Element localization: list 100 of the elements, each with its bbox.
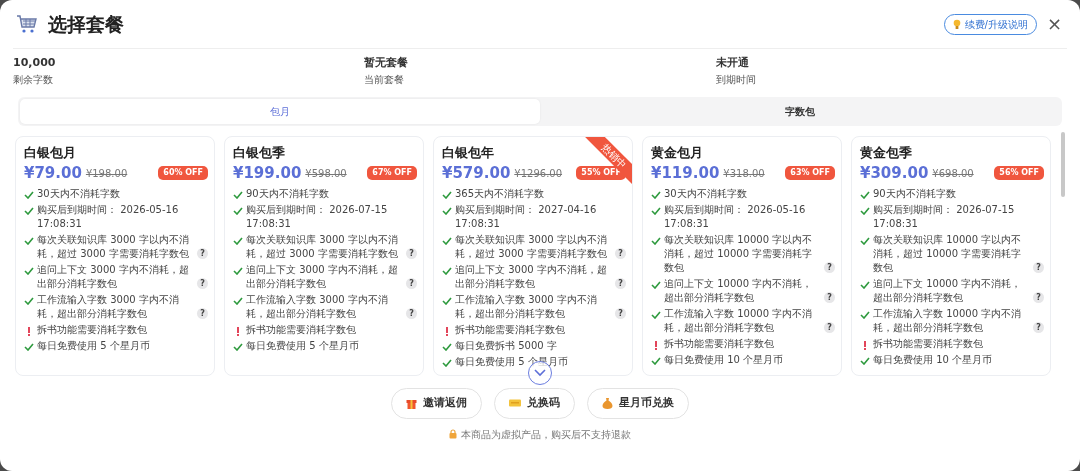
plan-tab[interactable]: 字数包 [540,98,1060,124]
check-icon [651,356,661,365]
plan-name: 白银包月 [24,143,76,162]
check-icon [442,266,452,275]
help-icon[interactable]: ? [197,277,208,289]
feature-text: 工作流输入字数 3000 字内不消耗，超出部分消耗字数包 [246,292,389,321]
feature-text: 每次关联知识库 10000 字以内不消耗，超过 10000 字需要消耗字数包 [664,232,814,275]
feature-text: 每日免费使用 10 个星月币 [873,352,993,367]
plan-card[interactable]: 黄金包月 ¥119.00 ¥318.00 63% OFF 30天内不消耗字数 购买后到期时间： 2026-05-16 17:08:31 每次关联知识库 10000 字以内不消耗，超过 10000 字需要消耗字数包 ? 追问上下文 10000 字内不消耗，超出部分消耗字数包 ? 工作流输入字数 10000 字内不消耗，超出部分消耗字数包 ? 拆书功能需要消耗字数包 每日免费使用 10 个星月币 [642,135,842,376]
feature-text: 30天内不消耗字数 [37,186,120,201]
feature-text: 365天内不消耗字数 [455,186,545,201]
stat-value: 未开通 [715,55,750,71]
feature-text: 每日免费使用 5 个星月币 [246,338,359,353]
feature-text: 工作流输入字数 3000 字内不消耗，超出部分消耗字数包 [455,292,598,321]
scrollbar-thumb[interactable] [1061,131,1065,197]
plan-card[interactable]: 白银包月 ¥79.00 ¥198.00 60% OFF 30天内不消耗字数 购买后到期时间： 2026-05-16 17:08:31 每次关联知识库 3000 字以内不消耗，超过 3000 字需要消耗字数包 ? 追问上下文 3000 字内不消耗，超出部分消耗字数包 ? 工作流输入字数 3000 字内不消耗，超出部分消耗字数包 ? 拆书功能需要消耗字数包 每日免费使用 5 个星月币 [15,135,215,376]
close-button[interactable]: × [1044,15,1064,33]
check-icon [860,280,870,289]
help-icon[interactable]: ? [406,277,417,289]
discount-badge: 63% OFF [785,166,835,181]
feature-text: 拆书功能需要消耗字数包 [37,322,147,337]
check-icon [860,236,870,245]
feature-text: 追问上下文 3000 字内不消耗，超出部分消耗字数包 [37,262,190,291]
help-icon[interactable]: ? [824,291,835,303]
help-icon[interactable]: ? [824,261,835,273]
money-bag-icon [602,397,613,409]
feature-text: 购买后到期时间： 2027-04-16 17:08:31 [455,202,598,231]
ticket-icon [509,399,521,407]
cart-icon [16,14,38,34]
check-icon [860,356,870,365]
help-icon[interactable]: ? [1033,291,1044,303]
feature-text: 每日免费使用 5 个星月币 [37,338,150,353]
notice-text: 本商品为虚拟产品，购买后不支持退款 [461,427,631,442]
stat-value: 暂无套餐 [364,55,410,71]
help-icon[interactable]: ? [615,277,626,289]
feature-text: 每日免费拆书 5000 字 [455,338,557,353]
feature-text: 工作流输入字数 3000 字内不消耗，超出部分消耗字数包 [37,292,180,321]
feature-text: 每日免费使用 5 个星月币 [455,354,568,369]
feature-text: 每次关联知识库 3000 字以内不消耗，超过 3000 字需要消耗字数包 [37,232,190,261]
feature-text: 拆书功能需要消耗字数包 [246,322,356,337]
feature-text: 90天内不消耗字数 [873,186,956,201]
original-price: ¥1296.00 [514,166,563,181]
help-icon[interactable]: ? [406,307,417,319]
original-price: ¥318.00 [723,166,765,181]
help-icon[interactable]: ? [1033,321,1044,333]
check-icon [24,266,34,275]
feature-text: 每次关联知识库 3000 字以内不消耗，超过 3000 字需要消耗字数包 [246,232,399,261]
original-price: ¥198.00 [85,166,128,181]
plan-price: ¥79.00 [24,163,82,184]
check-icon [860,310,870,319]
check-icon [233,266,243,275]
help-icon[interactable]: ? [615,247,626,259]
help-icon[interactable]: ? [615,307,626,319]
plan-price: ¥119.00 [651,163,720,184]
stat-label: 当前套餐 [364,72,406,87]
feature-text: 购买后到期时间： 2026-07-15 17:08:31 [246,202,389,231]
stat-value: 10,000 [13,55,57,71]
light-bulb-icon [952,18,961,30]
feature-text: 追问上下文 3000 字内不消耗，超出部分消耗字数包 [246,262,399,291]
check-icon [442,236,452,245]
help-icon[interactable]: ? [406,247,417,259]
check-icon [233,236,243,245]
check-icon [24,342,34,351]
feature-text: 购买后到期时间： 2026-07-15 17:08:31 [873,202,1016,231]
stat-label: 到期时间 [715,72,757,87]
feature-text: 拆书功能需要消耗字数包 [873,336,983,351]
action-button[interactable]: 星月币兑换 [587,387,689,419]
lock-icon [449,429,457,439]
feature-text: 工作流输入字数 10000 字内不消耗，超出部分消耗字数包 [873,306,1023,335]
dialog-title: 选择套餐 [48,11,124,37]
feature-text: 购买后到期时间： 2026-05-16 17:08:31 [37,202,180,231]
plan-tab[interactable]: 包月 [20,98,540,124]
feature-text: 追问上下文 10000 字内不消耗，超出部分消耗字数包 [664,276,814,305]
feature-text: 追问上下文 3000 字内不消耗，超出部分消耗字数包 [455,262,608,291]
check-icon [651,280,661,289]
stat-label: 剩余字数 [13,72,54,87]
discount-badge: 60% OFF [158,166,208,181]
feature-text: 拆书功能需要消耗字数包 [664,336,774,351]
help-icon[interactable]: ? [824,321,835,333]
check-icon [651,310,661,319]
check-icon [651,236,661,245]
plan-name: 黄金包月 [651,143,703,162]
discount-badge: 56% OFF [994,166,1044,181]
plan-price: ¥579.00 [442,163,511,184]
help-icon[interactable]: ? [197,247,208,259]
feature-text: 每次关联知识库 10000 字以内不消耗，超过 10000 字需要消耗字数包 [873,232,1023,275]
feature-text: 每次关联知识库 3000 字以内不消耗，超过 3000 字需要消耗字数包 [455,232,608,261]
help-icon[interactable]: ? [1033,261,1044,273]
upgrade-info-button[interactable]: 续费/升级说明 [943,13,1037,35]
plan-card[interactable] [433,135,633,376]
plan-card[interactable]: 白银包季 ¥199.00 ¥598.00 67% OFF 90天内不消耗字数 购买后到期时间： 2026-07-15 17:08:31 每次关联知识库 3000 字以内不消耗，超过 3000 字需要消耗字数包 ? 追问上下文 3000 字内不消耗，超出部分消耗字数包 ? 工作流输入字数 3000 字内不消耗，超出部分消耗字数包 ? 拆书功能需要消耗字数包 每日免费使用 5 个星月币 [224,135,424,376]
check-icon [233,296,243,305]
check-icon [24,236,34,245]
feature-text: 30天内不消耗字数 [664,186,747,201]
plan-card[interactable]: 黄金包季 ¥309.00 ¥698.00 56% OFF 90天内不消耗字数 购买后到期时间： 2026-07-15 17:08:31 每次关联知识库 10000 字以内不消耗，超过 10000 字需要消耗字数包 ? 追问上下文 10000 字内不消耗，超出部分消耗字数包 ? 工作流输入字数 10000 字内不消耗，超出部分消耗字数包 ? 拆书功能需要消耗字数包 每日免费使用 10 个星月币 [851,135,1051,376]
action-button[interactable]: 邀请返佣 [391,387,482,419]
original-price: ¥598.00 [305,166,347,181]
check-icon [442,296,452,305]
action-button[interactable]: 兑换码 [494,387,575,419]
help-icon[interactable]: ? [197,307,208,319]
